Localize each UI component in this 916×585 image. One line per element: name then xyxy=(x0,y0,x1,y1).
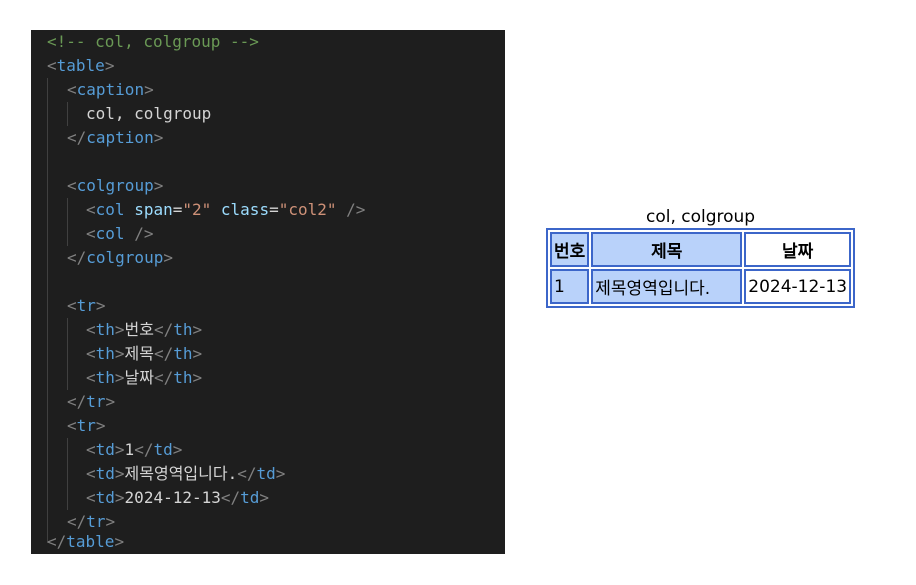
tr-tag: tr xyxy=(86,392,106,411)
code-line-table-close: </table> xyxy=(47,532,125,551)
td-tag: td xyxy=(95,440,115,459)
cell-number: 1 xyxy=(550,269,590,304)
indent-guide xyxy=(67,198,68,246)
th-text: 번호 xyxy=(124,320,154,339)
th-tag: th xyxy=(95,320,115,339)
colgroup-tag: colgroup xyxy=(86,248,164,267)
caption-tag: caption xyxy=(76,80,145,99)
header-number: 번호 xyxy=(550,232,590,267)
code-line-th: <th>날짜</th> xyxy=(86,368,203,387)
table-tag: table xyxy=(56,56,105,75)
header-date: 날짜 xyxy=(744,232,852,267)
col-tag: col xyxy=(95,200,125,219)
th-tag: th xyxy=(173,320,193,339)
cell-date: 2024-12-13 xyxy=(744,269,852,304)
code-line-td: <td>1</td> xyxy=(86,440,183,459)
th-text: 날짜 xyxy=(124,368,154,387)
code-line-th: <th>제목</th> xyxy=(86,344,203,363)
caption-text: col, colgroup xyxy=(86,104,212,123)
header-title: 제목 xyxy=(591,232,743,267)
colgroup-tag: colgroup xyxy=(76,176,154,195)
td-tag: td xyxy=(256,464,276,483)
span-attr: span xyxy=(134,200,173,219)
indent-guide xyxy=(67,438,68,510)
code-line-col-span: <col span="2" class="col2" /> xyxy=(86,200,366,219)
td-tag: td xyxy=(153,440,173,459)
code-line-col: <col /> xyxy=(86,224,154,243)
code-line-caption-open: <caption> xyxy=(67,80,154,99)
th-tag: th xyxy=(173,344,193,363)
code-line-caption-close: </caption> xyxy=(67,128,164,147)
th-tag: th xyxy=(173,368,193,387)
code-editor[interactable]: <!-- col, colgroup --> <table> <caption>… xyxy=(31,30,505,554)
td-tag: td xyxy=(95,464,115,483)
caption-tag: caption xyxy=(86,128,154,147)
tr-tag: tr xyxy=(76,296,96,315)
code-line-colgroup-open: <colgroup> xyxy=(67,176,164,195)
code-line-tr-open: <tr> xyxy=(67,296,106,315)
table-tag: table xyxy=(66,532,115,551)
span-value: "2" xyxy=(182,200,212,219)
table-caption: col, colgroup xyxy=(645,207,756,227)
th-tag: th xyxy=(95,344,115,363)
table-row: 1 제목영역입니다. 2024-12-13 xyxy=(550,269,852,304)
class-value: "col2" xyxy=(278,200,337,219)
th-tag: th xyxy=(95,368,115,387)
code-line-caption-text: col, colgroup xyxy=(86,102,211,126)
code-line-tr-open: <tr> xyxy=(67,416,106,435)
comment-text: <!-- col, colgroup --> xyxy=(47,32,259,51)
tr-tag: tr xyxy=(76,416,96,435)
code-line-tr-close: </tr> xyxy=(67,392,116,411)
code-line-colgroup-close: </colgroup> xyxy=(67,248,173,267)
td-tag: td xyxy=(95,488,115,507)
indent-guide xyxy=(67,102,68,126)
table-header-row: 번호 제목 날짜 xyxy=(550,232,852,267)
indent-guide xyxy=(67,318,68,390)
code-line-th: <th>번호</th> xyxy=(86,320,203,339)
tr-tag: tr xyxy=(86,512,106,531)
td-text: 1 xyxy=(124,440,135,459)
cell-title: 제목영역입니다. xyxy=(591,269,743,304)
td-tag: td xyxy=(240,488,260,507)
code-line-table-open: <table> xyxy=(47,56,115,75)
code-line-comment: <!-- col, colgroup --> xyxy=(47,30,259,54)
col-tag: col xyxy=(95,224,125,243)
th-text: 제목 xyxy=(124,344,154,363)
td-text: 2024-12-13 xyxy=(124,488,221,507)
indent-guide xyxy=(47,78,48,543)
rendered-preview: col, colgroup 번호 제목 날짜 1 제목영역입니다. 2024-1… xyxy=(546,207,856,308)
code-line-td: <td>제목영역입니다.</td> xyxy=(86,464,286,483)
td-text: 제목영역입니다. xyxy=(124,464,238,483)
preview-table: col, colgroup 번호 제목 날짜 1 제목영역입니다. 2024-1… xyxy=(546,207,856,308)
code-line-td: <td>2024-12-13</td> xyxy=(86,488,270,507)
class-attr: class xyxy=(220,200,270,219)
